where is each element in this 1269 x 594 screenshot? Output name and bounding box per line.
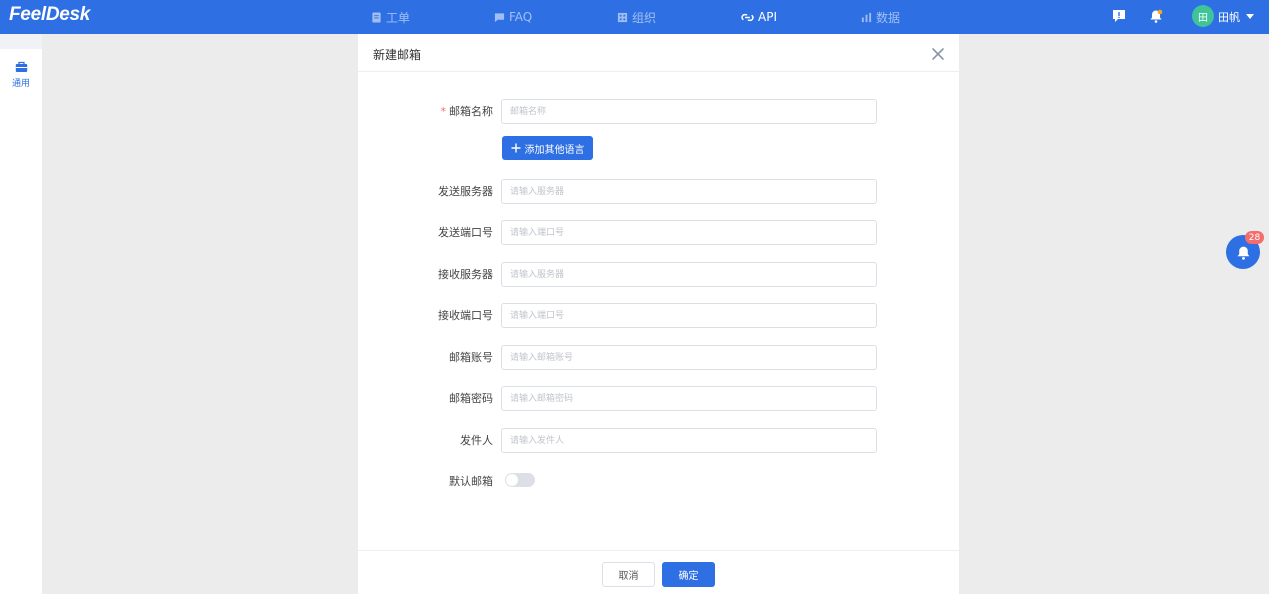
sender-input[interactable]: [501, 428, 877, 453]
dialog-header-divider: [358, 71, 959, 72]
mailbox-account-label: 邮箱账号: [449, 351, 493, 364]
default-mailbox-toggle[interactable]: [505, 473, 535, 487]
bell-icon: [1237, 246, 1249, 260]
required-asterisk: *: [440, 105, 447, 118]
send-server-label: 发送服务器: [438, 185, 493, 198]
default-mailbox-label: 默认邮箱: [449, 475, 493, 488]
top-navigation-bar: FeelDesk 工单 FAQ 组织 API 数据 田 田帆: [0, 0, 1269, 34]
nav-item-label: 工单: [386, 10, 411, 25]
plus-icon: [511, 143, 520, 153]
avatar[interactable]: 田: [1192, 5, 1214, 27]
username-label: 田帆: [1218, 11, 1240, 24]
send-server-input[interactable]: [501, 179, 877, 204]
receive-server-label: 接收服务器: [438, 268, 493, 281]
mailbox-account-input[interactable]: [501, 345, 877, 370]
toolbox-icon: [15, 61, 27, 72]
nav-item-label: 组织: [632, 10, 657, 25]
send-port-input[interactable]: [501, 220, 877, 245]
receive-port-label: 接收端口号: [438, 309, 493, 322]
toggle-knob: [506, 474, 518, 486]
bar-chart-icon: [861, 12, 872, 22]
nav-item-data[interactable]: 数据: [861, 0, 900, 34]
sender-label: 发件人: [460, 434, 493, 447]
bell-icon[interactable]: [1147, 7, 1165, 25]
add-language-button[interactable]: 添加其他语言: [502, 136, 593, 160]
receive-port-input[interactable]: [501, 303, 877, 328]
nav-item-api[interactable]: API: [741, 0, 777, 34]
mailbox-name-input[interactable]: [501, 99, 877, 124]
mailbox-name-label: * 邮箱名称: [440, 105, 494, 118]
new-mailbox-dialog: 新建邮箱 *邮箱名称 添加其他语言 发送服务器 发送端口号 接收服务器 接收端口…: [358, 34, 959, 594]
link-icon: [741, 13, 754, 21]
confirm-button[interactable]: 确定: [662, 562, 715, 587]
caret-down-icon: [1246, 14, 1254, 19]
sidebar-item-general[interactable]: 通用: [0, 55, 42, 95]
left-sidebar: 通用: [0, 49, 42, 594]
chat-icon: [494, 12, 505, 22]
building-icon: [617, 12, 628, 22]
nav-item-label: API: [758, 10, 777, 24]
mailbox-password-label: 邮箱密码: [449, 392, 493, 405]
document-icon: [372, 11, 381, 23]
nav-item-organization[interactable]: 组织: [617, 0, 656, 34]
receive-server-input[interactable]: [501, 262, 877, 287]
sidebar-item-label: 通用: [11, 79, 30, 89]
app-logo[interactable]: FeelDesk: [9, 4, 90, 26]
send-port-label: 发送端口号: [438, 226, 493, 239]
nav-item-faq[interactable]: FAQ: [494, 0, 532, 34]
feedback-icon[interactable]: [1110, 7, 1128, 25]
nav-item-label: FAQ: [509, 10, 533, 24]
dialog-footer-divider: [358, 550, 959, 551]
mailbox-password-input[interactable]: [501, 386, 877, 411]
cancel-button[interactable]: 取消: [602, 562, 655, 587]
user-menu[interactable]: 田帆: [1218, 0, 1254, 34]
notification-count-badge: 28: [1245, 231, 1264, 244]
close-icon[interactable]: [930, 46, 946, 62]
dialog-title: 新建邮箱: [373, 48, 422, 62]
nav-item-tickets[interactable]: 工单: [371, 0, 410, 34]
nav-item-label: 数据: [876, 10, 901, 25]
